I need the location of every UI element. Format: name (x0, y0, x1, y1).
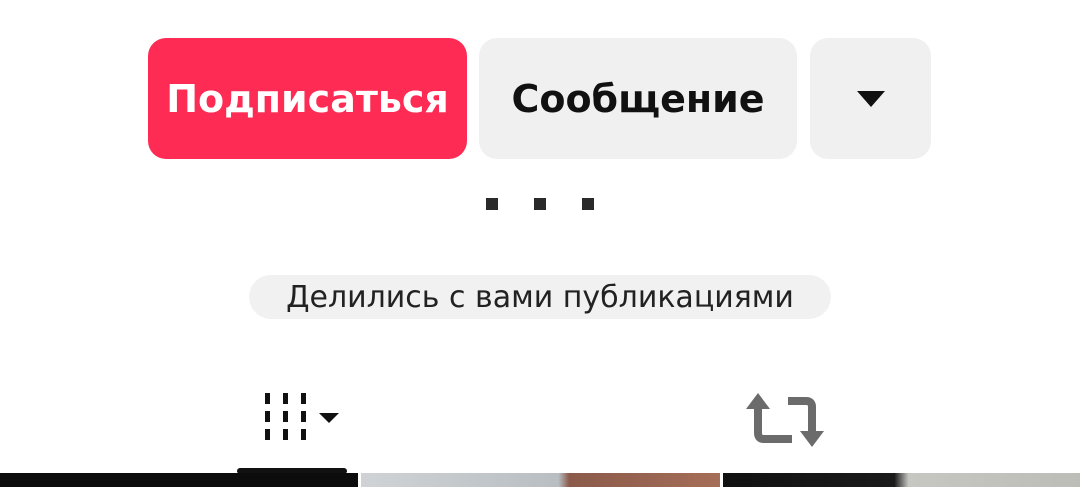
video-thumbnail[interactable] (361, 473, 720, 487)
tab-dropdown-caret (319, 413, 339, 423)
ellipsis-dot (486, 198, 498, 210)
tab-reposts[interactable] (740, 385, 836, 455)
tab-videos-grid[interactable] (237, 385, 347, 470)
shared-posts-pill[interactable]: Делились с вами публикациями (249, 275, 831, 319)
more-options-button[interactable] (810, 38, 931, 159)
profile-screen: Подписаться Сообщение Делились с вами пу… (0, 0, 1080, 487)
follow-button[interactable]: Подписаться (148, 38, 467, 159)
ellipsis-icon[interactable] (486, 198, 596, 212)
message-button-label: Сообщение (511, 76, 765, 121)
video-thumbnail[interactable] (0, 473, 358, 487)
ellipsis-dot (534, 198, 546, 210)
video-thumbnails-row (0, 473, 1080, 487)
repost-icon (746, 393, 824, 447)
caret-down-icon (856, 90, 885, 107)
ellipsis-dot (582, 198, 594, 210)
follow-button-label: Подписаться (166, 76, 449, 121)
video-thumbnail[interactable] (723, 473, 1080, 487)
message-button[interactable]: Сообщение (479, 38, 797, 159)
shared-posts-label: Делились с вами публикациями (286, 279, 794, 315)
grid-bars-icon (265, 393, 339, 440)
